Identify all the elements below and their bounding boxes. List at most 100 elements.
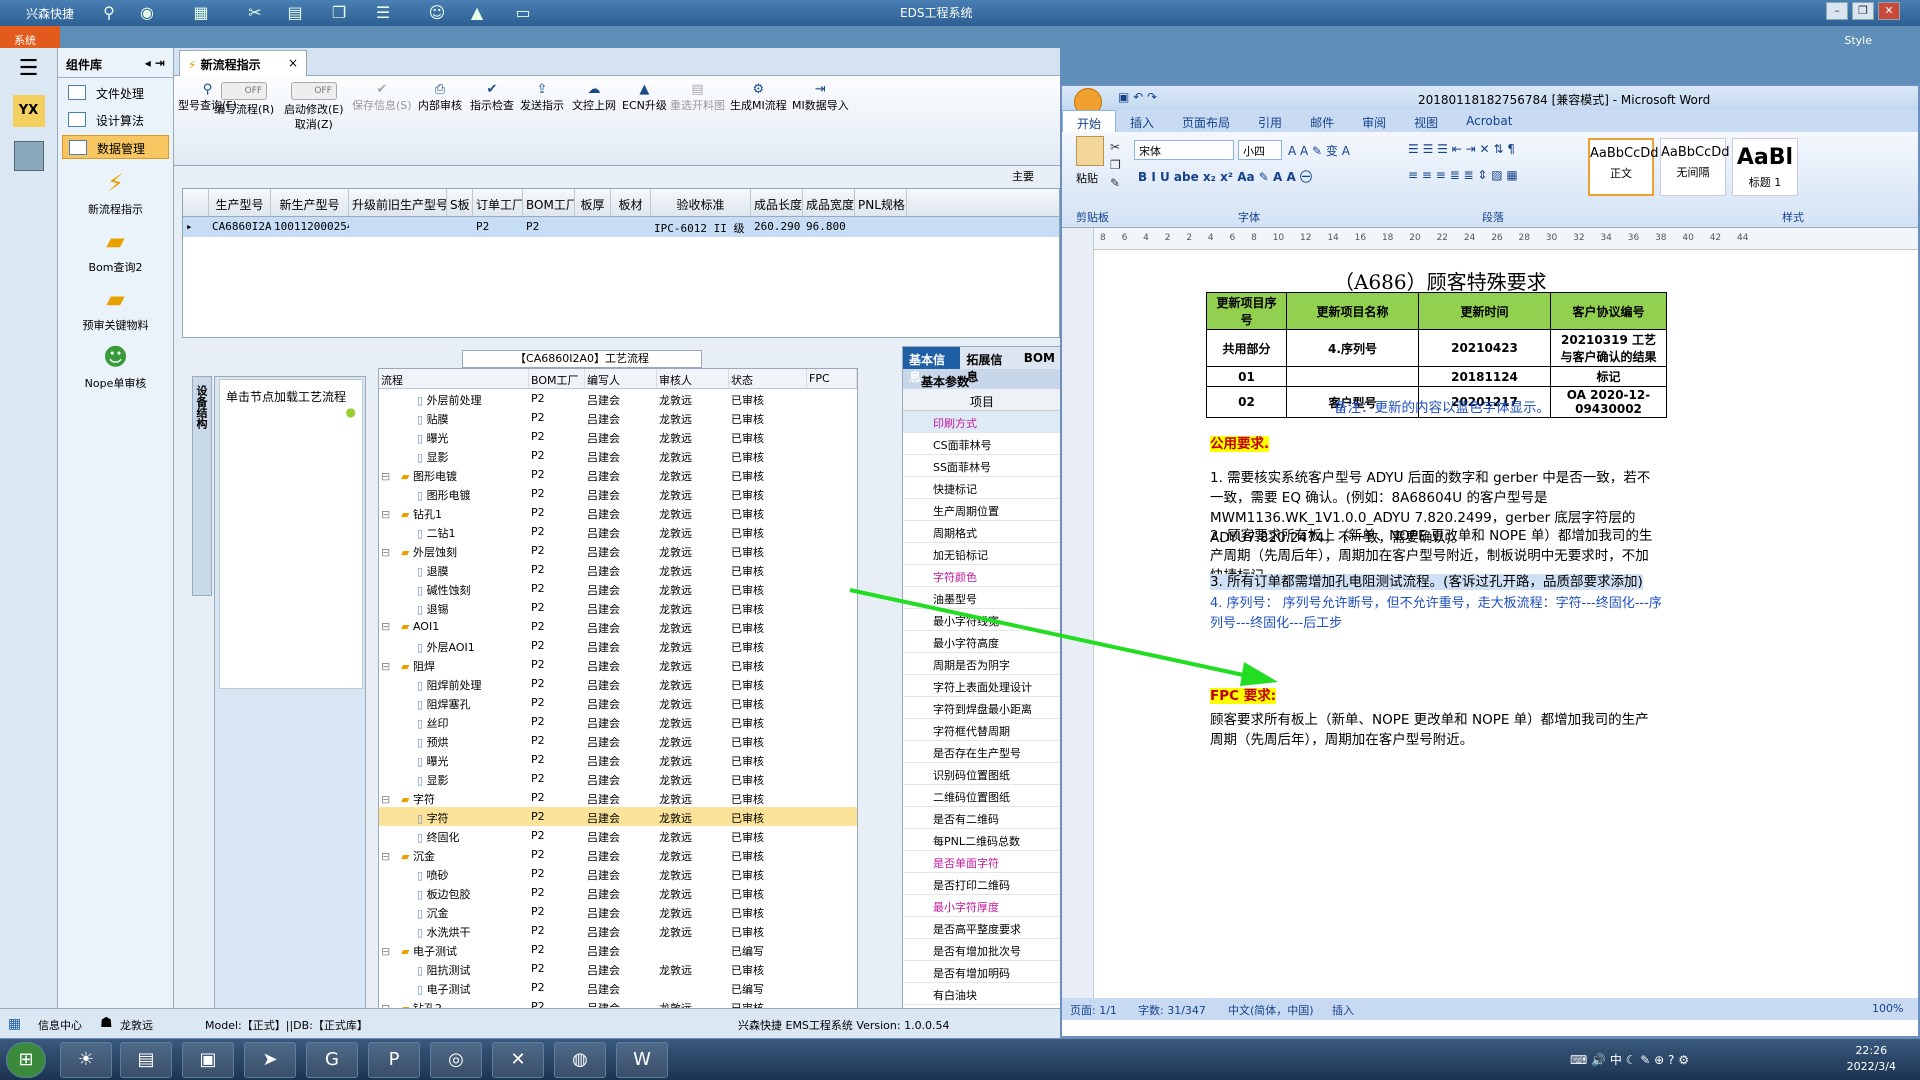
tree-row[interactable]: ▯ 电子测试 P2 吕建会 已编写 [379, 978, 857, 997]
grid-col-header[interactable]: 订单工厂 [473, 189, 523, 216]
style-gallery-item[interactable]: AaBbCcDd 正文 [1588, 138, 1659, 196]
vertical-tab[interactable]: 设备结构 [192, 376, 212, 596]
tree-row[interactable]: ▯ 阻焊前处理 P2 吕建会 龙敦远 已审核 [379, 674, 857, 693]
taskbar-send-icon[interactable]: ➤ [244, 1042, 296, 1078]
style-gallery-item[interactable]: AaBl 标题 1 [1732, 138, 1798, 196]
tree-row[interactable]: ▯ 退锡 P2 吕建会 龙敦远 已审核 [379, 598, 857, 617]
globe-icon[interactable]: ◉ [136, 3, 158, 23]
tree-row[interactable]: ▯ 曝光 P2 吕建会 龙敦远 已审核 [379, 427, 857, 446]
toolbar-button[interactable]: ⚙ 生成MI流程 [730, 82, 787, 113]
tree-row[interactable]: ▯ 板边包胶 P2 吕建会 龙敦远 已审核 [379, 883, 857, 902]
taskbar-save-icon[interactable]: ▣ [182, 1042, 234, 1078]
tools-icon[interactable] [13, 141, 44, 171]
tree-row[interactable]: ⊟ ▰ 沉金 P2 吕建会 龙敦远 已审核 [379, 845, 857, 864]
expand-icon[interactable]: ⊟ [381, 470, 401, 483]
info-subtab[interactable]: 基本参数 [903, 369, 1061, 389]
grid-cell[interactable]: CA6860I2A0 [209, 217, 271, 237]
film-icon[interactable]: ▤ [284, 3, 306, 23]
grid-cell[interactable]: IPC-6012 II 级 [651, 217, 751, 237]
info-row[interactable]: 识别码位置图纸 [903, 763, 1061, 785]
expand-icon[interactable]: ⊟ [381, 850, 401, 863]
restore-button[interactable]: ❐ [1852, 2, 1874, 20]
toolbar-button[interactable]: ⎙ 内部审核 [418, 82, 462, 113]
toolbar-button[interactable]: ▤ 重选开料图 [670, 82, 725, 113]
tree-row[interactable]: ▯ 图形电镀 P2 吕建会 龙敦远 已审核 [379, 484, 857, 503]
tree-row[interactable]: ▯ 碱性蚀刻 P2 吕建会 龙敦远 已审核 [379, 579, 857, 598]
info-row[interactable]: 加无铅标记 [903, 543, 1061, 565]
taskbar-eye-icon[interactable]: ◎ [430, 1042, 482, 1078]
yx-logo-icon[interactable]: YX [12, 95, 45, 127]
toolbar-button[interactable]: ⇥ MI数据导入 [792, 82, 849, 113]
launcher-item[interactable]: ▰ Bom查询2 [58, 227, 173, 275]
tree-row[interactable]: ▯ 喷砂 P2 吕建会 龙敦远 已审核 [379, 864, 857, 883]
info-row[interactable]: 是否高平整度要求 [903, 917, 1061, 939]
info-row[interactable]: SS面菲林号 [903, 455, 1061, 477]
taskbar-shell-icon[interactable]: ☀ [60, 1042, 112, 1078]
tree-row[interactable]: ▯ 二钻1 P2 吕建会 龙敦远 已审核 [379, 522, 857, 541]
info-row[interactable]: 印刷方式 [903, 411, 1061, 433]
launcher-item[interactable]: ▰ 预审关键物料 [58, 285, 173, 333]
info-row[interactable]: 最小字符厚度 [903, 895, 1061, 917]
list-icon[interactable]: ☰ [372, 3, 394, 23]
table-row[interactable]: ▸ CA6860I2A010011200025444 P2P2 IPC-6012 II… [183, 217, 1059, 237]
tree-row[interactable]: ▯ 字符 P2 吕建会 龙敦远 已审核 [379, 807, 857, 826]
zoom-level[interactable]: 100% [1872, 1002, 1903, 1015]
grid-cell[interactable]: 96.800 [803, 217, 855, 237]
grid-cell[interactable] [447, 217, 473, 237]
toolbar-button[interactable]: ✔ 指示检查 [470, 82, 514, 113]
load-process-button[interactable]: 单击节点加载工艺流程 ● [220, 380, 362, 419]
tree-row[interactable]: ▯ 阻抗测试 P2 吕建会 龙敦远 已审核 [379, 959, 857, 978]
grid-cell[interactable]: 260.290 [751, 217, 803, 237]
info-row[interactable]: 快捷标记 [903, 477, 1061, 499]
taskbar-x-icon[interactable]: ✕ [492, 1042, 544, 1078]
grid-col-header[interactable]: BOM工厂 [523, 189, 575, 216]
grid-col-header[interactable]: 新生产型号 [271, 189, 349, 216]
grid-col-header[interactable]: 板厚 [575, 189, 611, 216]
align-buttons[interactable]: ≡ ≡ ≡ ≣ ≣ ⇕ ▨ ▦ [1408, 168, 1518, 182]
info-row[interactable]: CS面菲林号 [903, 433, 1061, 455]
page-count[interactable]: 页面: 1/1 [1070, 1002, 1117, 1018]
group-item[interactable]: 设计算法 [62, 108, 169, 132]
info-row[interactable]: 生产周期位置 [903, 499, 1061, 521]
group-item[interactable]: 数据管理 [62, 135, 169, 159]
tree-row[interactable]: ▯ 退膜 P2 吕建会 龙敦远 已审核 [379, 560, 857, 579]
minimize-button[interactable]: – [1826, 2, 1848, 20]
paste-icon[interactable] [1076, 136, 1104, 166]
tree-row[interactable]: ▯ 外层前处理 P2 吕建会 龙敦远 已审核 [379, 389, 857, 408]
list-buttons[interactable]: ☰ ☰ ☰ ⇤ ⇥ ✕ ⇅ ¶ [1408, 142, 1515, 156]
tree-row[interactable]: ▯ 显影 P2 吕建会 龙敦远 已审核 [379, 446, 857, 465]
word-tab[interactable]: 页面布局 [1168, 110, 1244, 132]
word-tab[interactable]: 开始 [1062, 110, 1117, 132]
tree-row[interactable]: ▯ 丝印 P2 吕建会 龙敦远 已审核 [379, 712, 857, 731]
toolbar-button[interactable]: OFF 编写流程(R) [214, 82, 274, 117]
toolbar-button[interactable]: ✔ 保存信息(S) [352, 82, 412, 113]
info-row[interactable]: 每PNL二维码总数 [903, 829, 1061, 851]
launcher-item[interactable]: ☻ Nope单审核 [58, 343, 173, 391]
tree-row[interactable]: ▯ 水洗烘干 P2 吕建会 龙敦远 已审核 [379, 921, 857, 940]
grid-col-header[interactable]: 升级前旧生产型号 [349, 189, 447, 216]
tree-row[interactable]: ▯ 曝光 P2 吕建会 龙敦远 已审核 [379, 750, 857, 769]
info-row[interactable]: 有白油块 [903, 983, 1061, 1005]
grid-cell[interactable] [575, 217, 611, 237]
expand-icon[interactable]: ⊟ [381, 945, 401, 958]
word-tab[interactable]: 审阅 [1348, 110, 1400, 132]
tree-col-header[interactable]: 审核人 [657, 369, 729, 388]
expand-icon[interactable]: ⊟ [381, 660, 401, 673]
toolbar-button[interactable]: ☁ 文控上网 [572, 82, 616, 113]
grid-col-header[interactable]: 生产型号 [209, 189, 271, 216]
close-button[interactable]: ✕ [1878, 2, 1900, 20]
insert-mode[interactable]: 插入 [1332, 1002, 1354, 1018]
word-tab[interactable]: 插入 [1116, 110, 1168, 132]
taskbar-g-icon[interactable]: G [306, 1042, 358, 1078]
grid-cell[interactable] [349, 217, 447, 237]
tree-row[interactable]: ⊟ ▰ 外层蚀刻 P2 吕建会 龙敦远 已审核 [379, 541, 857, 560]
start-button[interactable]: ⊞ [6, 1042, 46, 1078]
grid-col-header[interactable]: 验收标准 [651, 189, 751, 216]
tree-row[interactable]: ▯ 终固化 P2 吕建会 龙敦远 已审核 [379, 826, 857, 845]
info-row[interactable]: 是否打印二维码 [903, 873, 1061, 895]
language[interactable]: 中文(简体，中国) [1228, 1002, 1314, 1018]
style-gallery-item[interactable]: AaBbCcDd 无间隔 [1660, 138, 1730, 196]
menu-icon[interactable]: ☰ [16, 56, 42, 81]
grid-cell[interactable]: P2 [473, 217, 523, 237]
info-row[interactable]: 周期格式 [903, 521, 1061, 543]
